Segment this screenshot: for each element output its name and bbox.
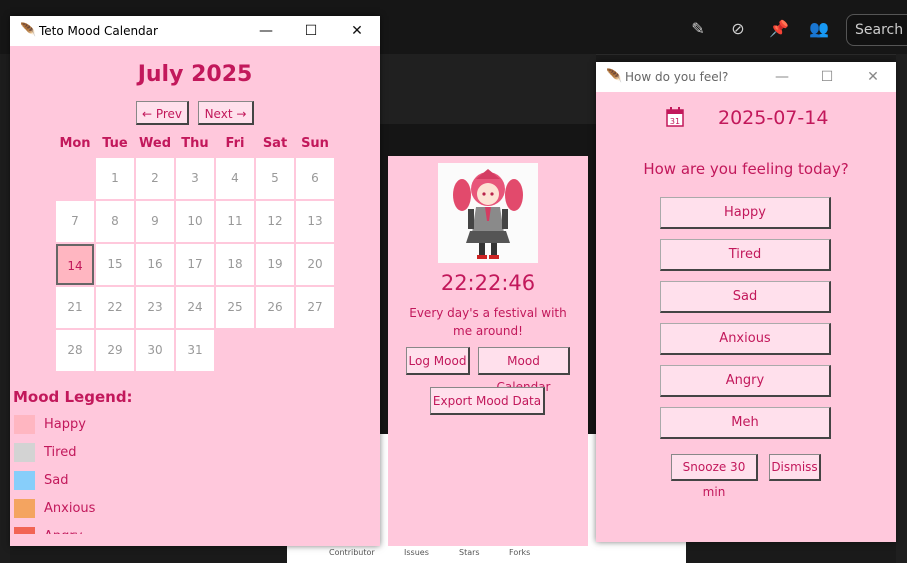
- background-left-strip: [0, 54, 10, 563]
- feather-icon: 🪶: [606, 69, 623, 84]
- mood-button-angry[interactable]: Angry: [660, 365, 831, 397]
- teto-motto: Every day's a festival with me around!: [409, 306, 567, 338]
- legend-label: Angry: [44, 529, 82, 534]
- mood-button-happy[interactable]: Happy: [660, 197, 831, 229]
- legend-swatch: [14, 499, 35, 518]
- pin-icon[interactable]: 📌: [769, 20, 789, 38]
- pencil-ruler-icon[interactable]: ✎: [689, 20, 707, 38]
- prompt-question: How are you feeling today?: [643, 160, 849, 178]
- prompt-date: 2025-07-14: [718, 107, 829, 129]
- members-icon[interactable]: 👥: [809, 20, 829, 38]
- legend-swatch: [14, 443, 35, 462]
- maximize-button[interactable]: ☐: [817, 68, 837, 86]
- mood-prompt-window: 🪶 How do you feel? — ☐ ✕ 31 2025-07-14 H…: [596, 62, 896, 542]
- mood-button-anxious[interactable]: Anxious: [660, 323, 831, 355]
- legend-swatch: [14, 415, 35, 434]
- close-button[interactable]: ✕: [863, 68, 883, 86]
- legend-swatch: [14, 471, 35, 490]
- mood-button-sad[interactable]: Sad: [660, 281, 831, 313]
- mood-calendar-button[interactable]: Mood Calendar: [478, 347, 570, 394]
- contributor-link[interactable]: Contributor: [329, 548, 375, 557]
- search-placeholder: Search: [855, 22, 904, 38]
- stars-link[interactable]: Stars: [459, 548, 480, 557]
- mood-button-meh[interactable]: Meh: [660, 407, 831, 439]
- prompt-titlebar[interactable]: 🪶 How do you feel? — ☐ ✕: [596, 62, 896, 92]
- dismiss-button[interactable]: Dismiss: [769, 454, 821, 481]
- legend-swatch: [14, 527, 35, 534]
- legend-label: Happy: [44, 417, 86, 432]
- forks-link[interactable]: Forks: [509, 548, 530, 557]
- legend-label: Anxious: [44, 501, 96, 516]
- legend-label: Sad: [44, 473, 69, 488]
- background-right-strip: [896, 54, 907, 563]
- svg-text:31: 31: [670, 117, 680, 126]
- calendar-icon: 31: [666, 107, 684, 127]
- teto-avatar: [438, 163, 538, 263]
- teto-clock-widget: 22:22:46 Every day's a festival with me …: [388, 156, 588, 546]
- mood-calendar-window: 🪶 Teto Mood Calendar — ☐ ✕ July 2025 ← P…: [10, 16, 380, 546]
- prompt-window-title: How do you feel?: [625, 70, 729, 84]
- mood-button-tired[interactable]: Tired: [660, 239, 831, 271]
- background-thumbnails: [380, 54, 596, 124]
- background-search-box[interactable]: Search: [846, 14, 907, 46]
- clock-time: 22:22:46: [440, 271, 536, 295]
- snooze-button[interactable]: Snooze 30 min: [671, 454, 758, 499]
- legend-label: Tired: [44, 445, 77, 460]
- minimize-button[interactable]: —: [772, 68, 792, 86]
- export-mood-data-button[interactable]: Export Mood Data: [430, 387, 545, 415]
- issues-link[interactable]: Issues: [404, 548, 429, 557]
- log-mood-button[interactable]: Log Mood: [406, 347, 470, 375]
- mute-icon[interactable]: ⊘: [729, 20, 747, 38]
